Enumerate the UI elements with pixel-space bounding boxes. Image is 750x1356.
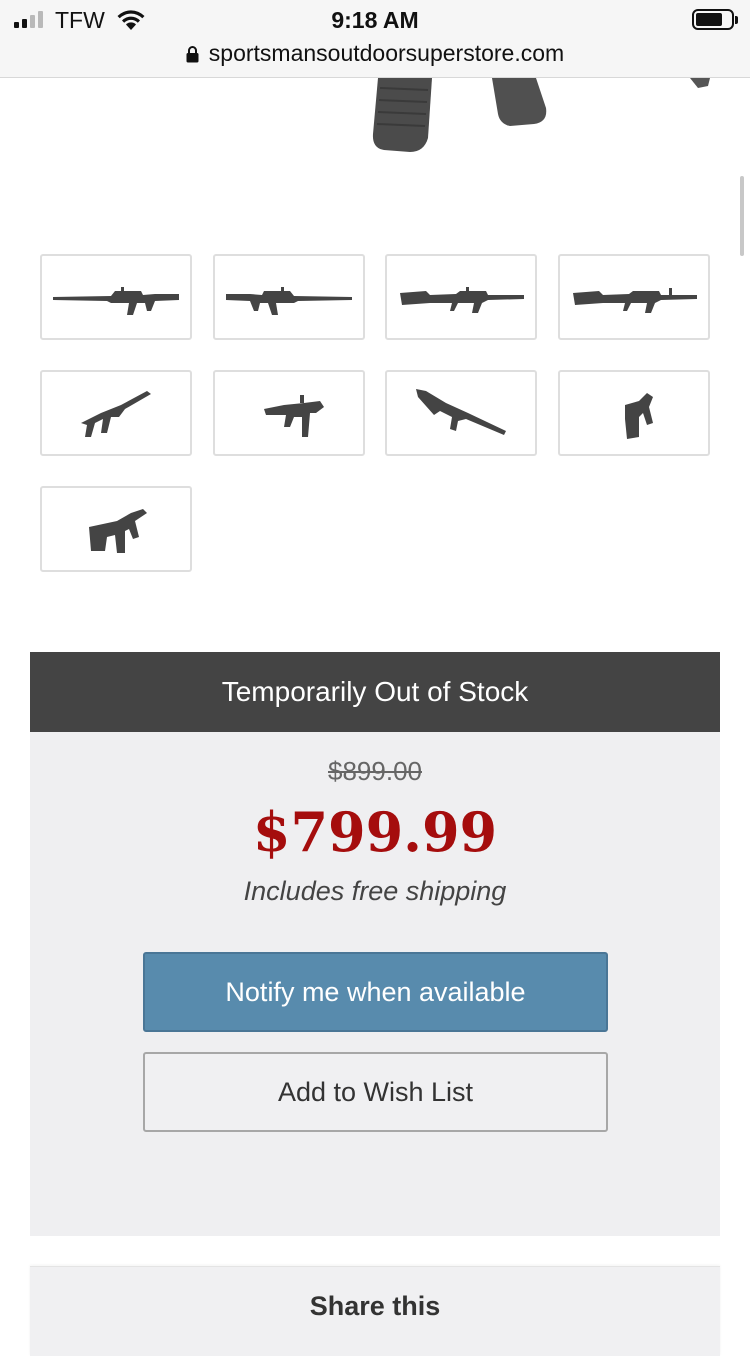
share-section: Share this [30,1266,720,1356]
lock-icon [186,45,199,62]
purchase-panel: $899.00 $799.99 Includes free shipping N… [30,732,720,1236]
add-to-wishlist-button[interactable]: Add to Wish List [143,1052,608,1132]
rifle-image [372,78,710,152]
battery-icon [692,9,738,30]
thumbnail[interactable] [385,370,537,456]
thumbnail[interactable] [40,486,192,572]
rifle-side-icon [400,287,524,313]
rifle-angle-icon [264,395,324,437]
thumbnail[interactable] [558,370,710,456]
stock-status-header: Temporarily Out of Stock [30,652,720,732]
thumbnail[interactable] [213,254,365,340]
rifle-rear-angle-icon [89,509,147,553]
scroll-indicator[interactable] [740,176,744,256]
product-main-image[interactable] [0,78,750,228]
url-domain: sportsmansoutdoorsuperstore.com [208,40,565,66]
thumbnail[interactable] [385,254,537,340]
thumbnail[interactable] [213,370,365,456]
rifle-diagonal-icon [416,389,506,435]
thumbnail[interactable] [40,254,192,340]
rifle-side-icon [53,287,179,315]
clock: 9:18 AM [331,7,419,33]
shipping-note: Includes free shipping [243,876,507,906]
browser-top-bar: TFW 9:18 AM sportsmansoutdoorsuperstore.… [0,0,750,78]
status-bar: TFW 9:18 AM [0,0,750,40]
sale-price: $799.99 [252,800,498,864]
thumbnail[interactable] [40,370,192,456]
rifle-side-icon [573,288,697,313]
original-price: $899.00 [328,756,422,786]
thumbnail[interactable] [558,254,710,340]
rifle-angle-icon [81,391,151,437]
rifle-rear-icon [625,393,653,439]
address-bar[interactable]: sportsmansoutdoorsuperstore.com [0,40,750,67]
notify-button[interactable]: Notify me when available [143,952,608,1032]
rifle-side-icon [226,287,352,315]
share-title: Share this [309,1291,441,1321]
